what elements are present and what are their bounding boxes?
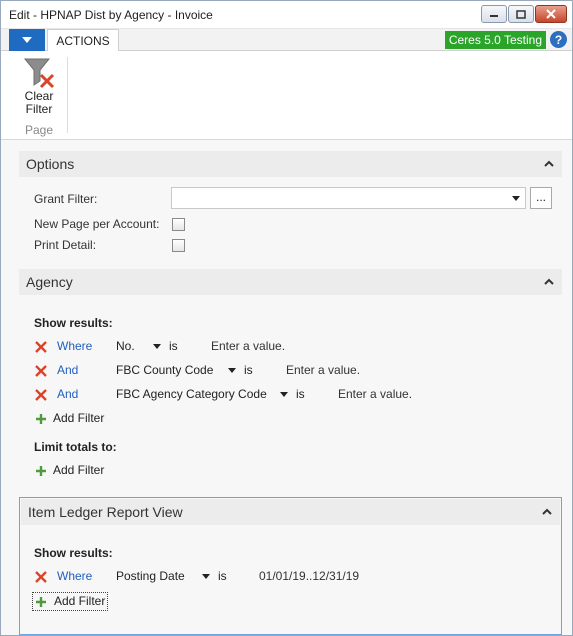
grant-filter-lookup-button[interactable]: ...	[530, 187, 552, 209]
grant-filter-label: Grant Filter:	[34, 192, 98, 206]
chevron-up-icon[interactable]	[544, 159, 554, 169]
filter-field-name[interactable]: Posting Date	[116, 569, 185, 583]
filter-conjunction[interactable]: Where	[57, 569, 92, 583]
filter-operator: is	[218, 569, 227, 583]
new-page-per-account-label: New Page per Account:	[34, 217, 160, 231]
remove-filter-icon[interactable]	[35, 341, 47, 353]
item-ledger-show-results-label: Show results:	[34, 546, 113, 560]
minimize-icon	[490, 15, 498, 17]
clear-filter-icon	[23, 58, 55, 89]
close-button[interactable]	[535, 5, 567, 23]
dropdown-arrow-icon[interactable]	[228, 368, 236, 373]
filter-operator: is	[296, 387, 305, 401]
item-ledger-add-filter-button[interactable]: Add Filter	[32, 592, 108, 611]
company-badge: Ceres 5.0 Testing	[444, 31, 546, 49]
fasttab-agency-title: Agency	[26, 274, 73, 290]
maximize-button[interactable]	[508, 5, 534, 23]
dropdown-arrow-icon	[512, 196, 520, 201]
filter-field-name[interactable]: No.	[116, 339, 135, 353]
chevron-up-icon[interactable]	[544, 277, 554, 287]
filter-conjunction[interactable]: And	[57, 387, 78, 401]
limit-totals-add-filter-button[interactable]: Add Filter	[35, 462, 115, 480]
filter-value[interactable]: Enter a value.	[211, 339, 285, 353]
window-controls	[481, 5, 567, 23]
plus-icon	[36, 414, 46, 424]
remove-filter-icon[interactable]	[35, 571, 47, 583]
filter-value[interactable]: Enter a value.	[286, 363, 360, 377]
add-filter-label: Add Filter	[53, 463, 105, 477]
agency-show-results-label: Show results:	[34, 316, 113, 330]
report-request-window: Edit - HPNAP Dist by Agency - Invoice AC…	[0, 0, 573, 636]
grant-filter-select[interactable]	[171, 187, 526, 209]
agency-add-filter-button[interactable]: Add Filter	[35, 410, 115, 428]
dropdown-arrow-icon[interactable]	[202, 574, 210, 579]
ribbon-separator	[67, 57, 68, 133]
close-icon	[546, 9, 556, 19]
fasttab-item-ledger-title: Item Ledger Report View	[28, 504, 183, 520]
agency-filter-row: Where No. is Enter a value.	[35, 339, 555, 357]
ribbon: Clear Filter Page	[1, 51, 572, 140]
remove-filter-icon[interactable]	[35, 365, 47, 377]
print-detail-checkbox[interactable]	[172, 239, 185, 252]
fasttab-agency-header[interactable]: Agency	[19, 269, 562, 295]
minimize-button[interactable]	[481, 5, 507, 23]
tab-actions[interactable]: ACTIONS	[47, 29, 119, 52]
print-detail-label: Print Detail:	[34, 238, 97, 252]
agency-filter-row: And FBC Agency Category Code is Enter a …	[35, 387, 555, 405]
title-bar: Edit - HPNAP Dist by Agency - Invoice	[1, 1, 572, 29]
fasttab-options-header[interactable]: Options	[19, 151, 562, 177]
remove-filter-icon[interactable]	[35, 389, 47, 401]
fasttab-item-ledger-header[interactable]: Item Ledger Report View	[21, 499, 560, 525]
new-page-per-account-checkbox[interactable]	[172, 218, 185, 231]
help-icon[interactable]: ?	[550, 31, 567, 48]
ribbon-tab-strip: ACTIONS Ceres 5.0 Testing ?	[1, 29, 572, 52]
application-menu-button[interactable]	[9, 29, 45, 51]
plus-icon	[36, 466, 46, 476]
window-title: Edit - HPNAP Dist by Agency - Invoice	[9, 8, 213, 22]
add-filter-label: Add Filter	[53, 411, 105, 425]
maximize-icon	[516, 9, 526, 19]
filter-operator: is	[244, 363, 253, 377]
filter-conjunction[interactable]: And	[57, 363, 78, 377]
dropdown-arrow-icon[interactable]	[280, 392, 288, 397]
chevron-down-icon	[22, 37, 32, 43]
filter-value[interactable]: Enter a value.	[338, 387, 412, 401]
agency-limit-totals-label: Limit totals to:	[34, 440, 117, 454]
filter-operator: is	[169, 339, 178, 353]
dropdown-arrow-icon[interactable]	[153, 344, 161, 349]
item-ledger-filter-row: Where Posting Date is 01/01/19..12/31/19	[35, 569, 555, 587]
add-filter-label: Add Filter	[54, 594, 106, 608]
fasttab-options-title: Options	[26, 156, 75, 172]
plus-icon	[36, 597, 46, 607]
filter-conjunction[interactable]: Where	[57, 339, 92, 353]
clear-filter-button[interactable]: Clear Filter	[17, 57, 61, 116]
filter-field-name[interactable]: FBC Agency Category Code	[116, 387, 267, 401]
agency-filter-row: And FBC County Code is Enter a value.	[35, 363, 555, 381]
filter-value[interactable]: 01/01/19..12/31/19	[259, 569, 359, 583]
ribbon-group-page-label: Page	[25, 123, 54, 137]
clear-filter-label-2: Filter	[25, 102, 53, 116]
filter-field-name[interactable]: FBC County Code	[116, 363, 213, 377]
chevron-up-icon[interactable]	[542, 507, 552, 517]
